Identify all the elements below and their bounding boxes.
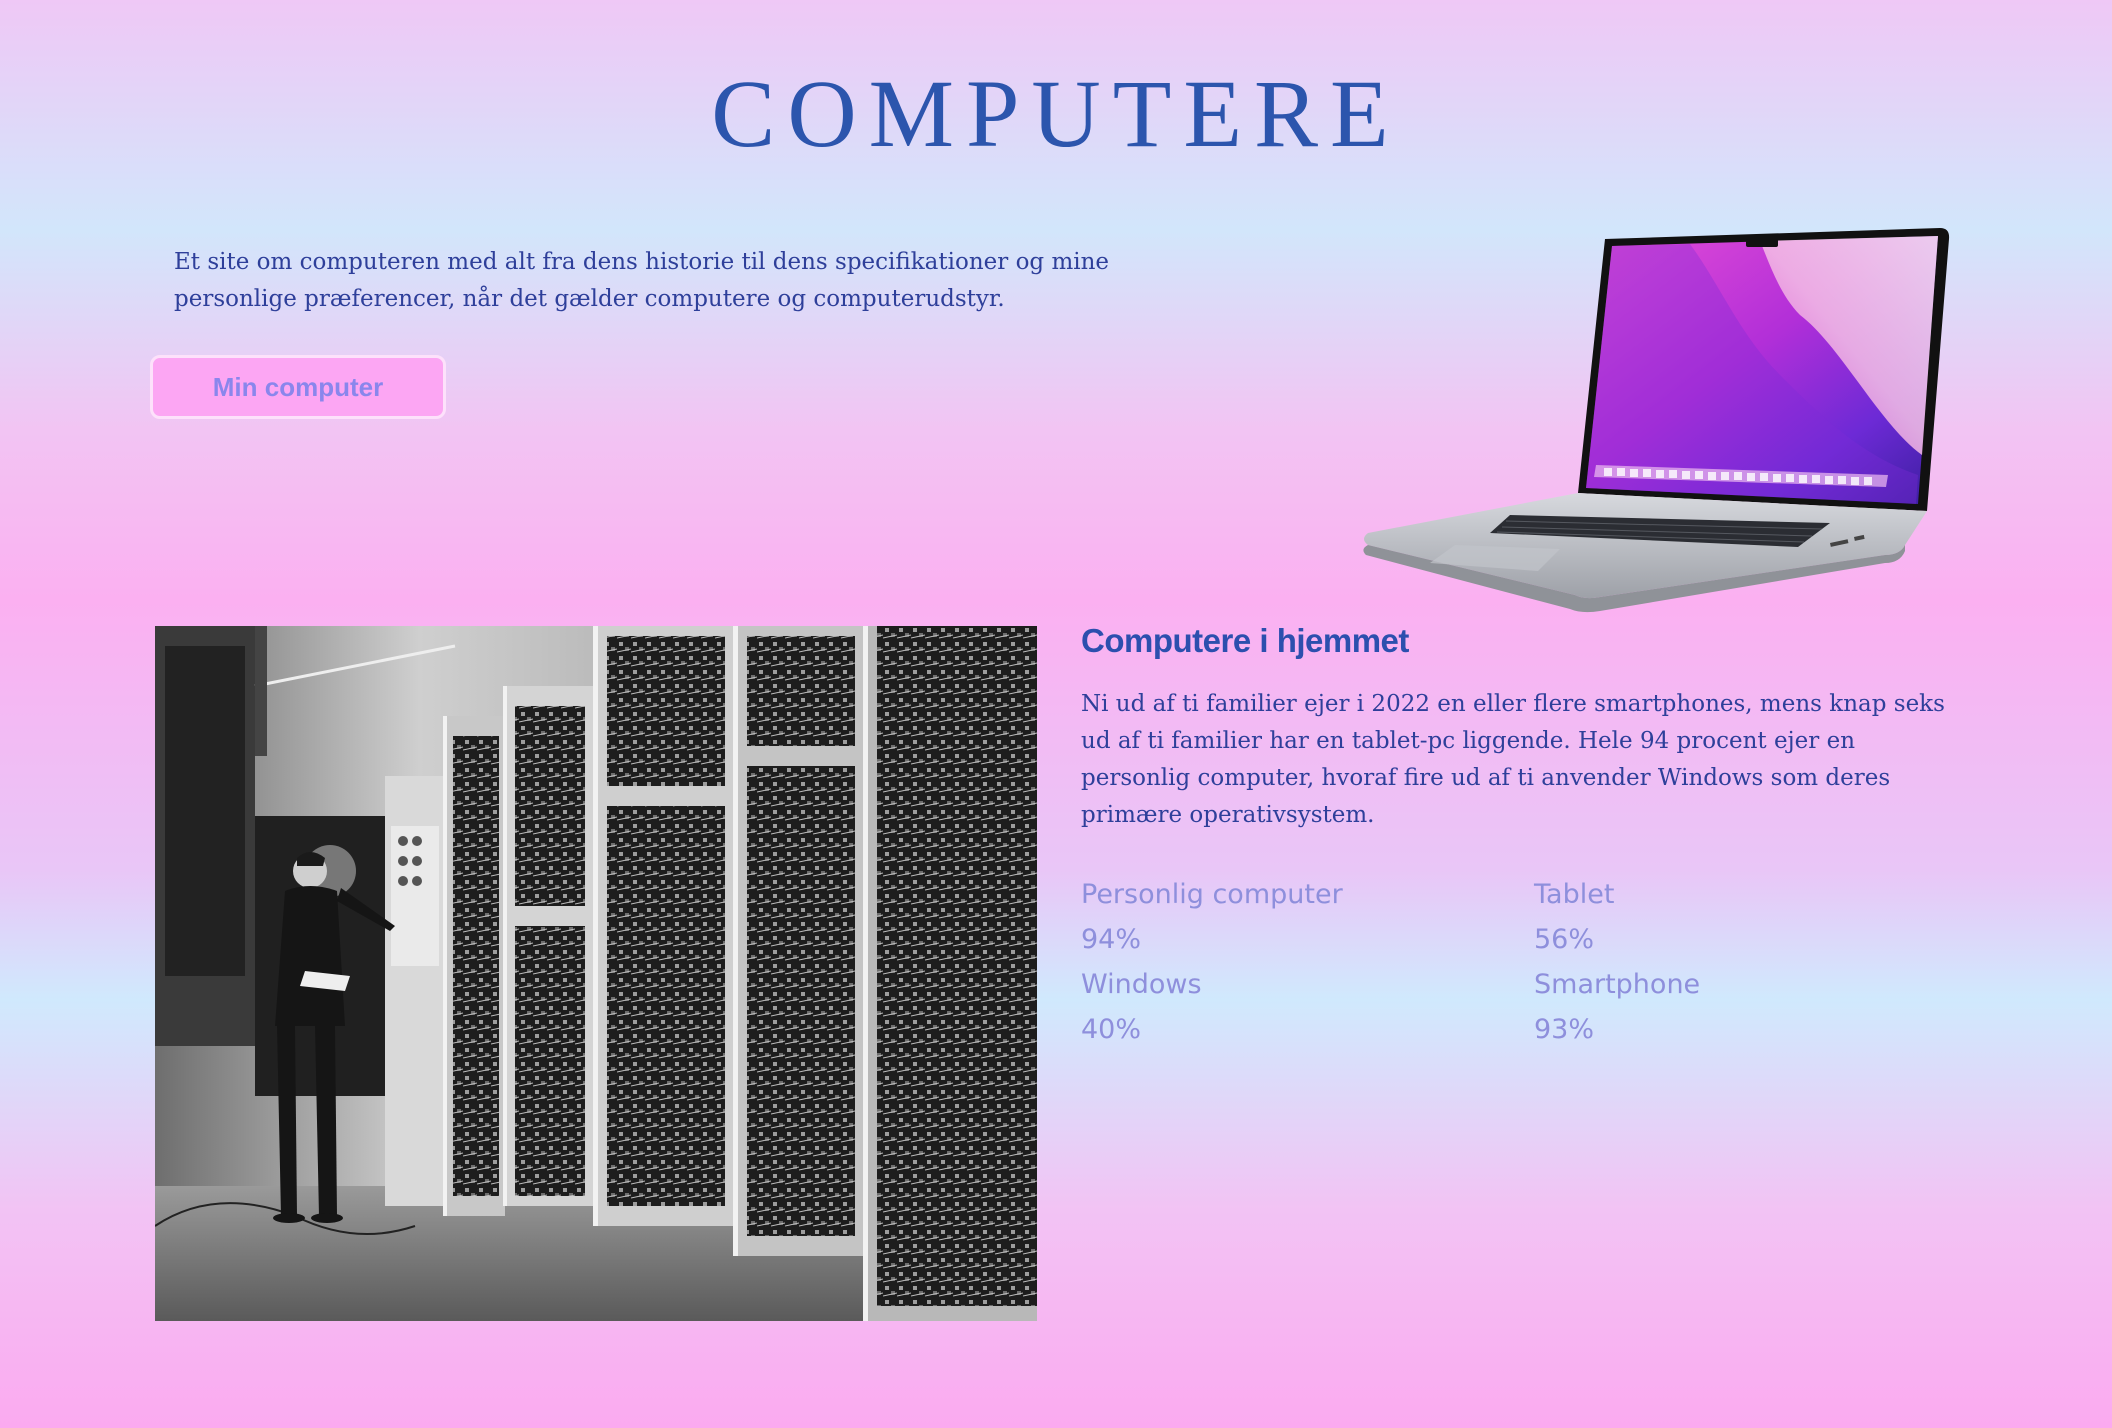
section-body: Ni ud af ti familier ejer i 2022 en elle…: [1081, 691, 1945, 828]
stat-smartphone: Smartphone 93%: [1534, 962, 1781, 1052]
stats-grid: Personlig computer 94% Tablet 56% Window…: [1081, 872, 1781, 1052]
section-heading: Computere i hjemmet: [1081, 622, 1409, 659]
stat-label: Windows: [1081, 969, 1202, 1000]
min-computer-button[interactable]: Min computer: [150, 355, 446, 419]
stat-value: 56%: [1534, 924, 1595, 955]
stat-personal-computer: Personlig computer 94%: [1081, 872, 1534, 962]
stat-label: Tablet: [1534, 879, 1615, 910]
stat-value: 40%: [1081, 1014, 1142, 1045]
mainframe-photo: [155, 626, 1037, 1321]
stat-windows: Windows 40%: [1081, 962, 1534, 1052]
stat-label: Smartphone: [1534, 969, 1701, 1000]
stat-label: Personlig computer: [1081, 879, 1343, 910]
intro-text: Et site om computeren med alt fra dens h…: [174, 249, 1110, 312]
laptop-image: [1360, 225, 1952, 617]
stat-value: 94%: [1081, 924, 1142, 955]
stat-tablet: Tablet 56%: [1534, 872, 1781, 962]
stat-value: 93%: [1534, 1014, 1595, 1045]
page-title: COMPUTERE: [711, 60, 1401, 167]
